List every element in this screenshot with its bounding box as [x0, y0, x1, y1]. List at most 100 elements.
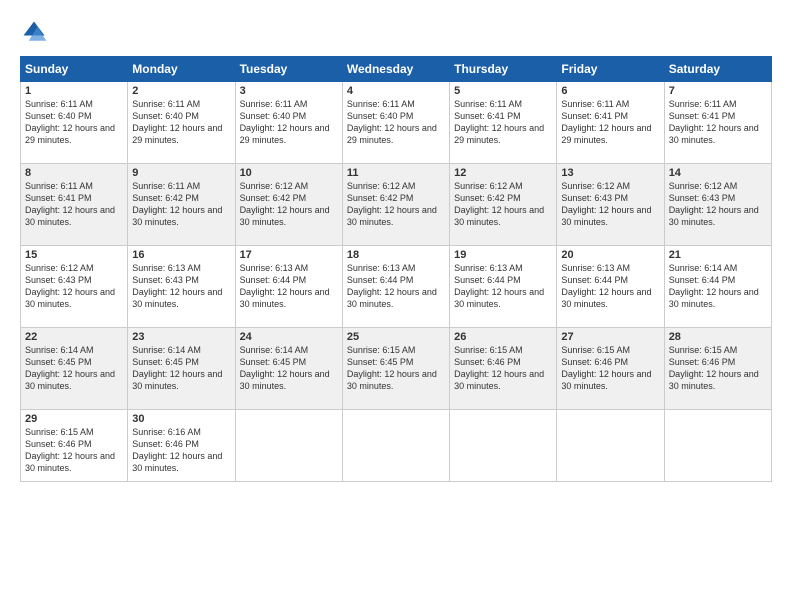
- day-number: 24: [240, 331, 338, 343]
- day-number: 9: [132, 167, 230, 179]
- day-cell: 29Sunrise: 6:15 AMSunset: 6:46 PMDayligh…: [21, 410, 128, 482]
- day-info: Sunrise: 6:15 AMSunset: 6:46 PMDaylight:…: [25, 426, 123, 475]
- col-header-monday: Monday: [128, 57, 235, 82]
- day-number: 23: [132, 331, 230, 343]
- day-cell: 3Sunrise: 6:11 AMSunset: 6:40 PMDaylight…: [235, 82, 342, 164]
- day-number: 22: [25, 331, 123, 343]
- day-cell: 24Sunrise: 6:14 AMSunset: 6:45 PMDayligh…: [235, 328, 342, 410]
- day-info: Sunrise: 6:11 AMSunset: 6:41 PMDaylight:…: [669, 98, 767, 147]
- day-number: 2: [132, 85, 230, 97]
- week-row-1: 1Sunrise: 6:11 AMSunset: 6:40 PMDaylight…: [21, 82, 772, 164]
- day-info: Sunrise: 6:14 AMSunset: 6:45 PMDaylight:…: [240, 344, 338, 393]
- col-header-saturday: Saturday: [664, 57, 771, 82]
- day-info: Sunrise: 6:12 AMSunset: 6:42 PMDaylight:…: [240, 180, 338, 229]
- day-number: 19: [454, 249, 552, 261]
- calendar-header-row: SundayMondayTuesdayWednesdayThursdayFrid…: [21, 57, 772, 82]
- col-header-sunday: Sunday: [21, 57, 128, 82]
- day-info: Sunrise: 6:11 AMSunset: 6:40 PMDaylight:…: [132, 98, 230, 147]
- day-cell: 1Sunrise: 6:11 AMSunset: 6:40 PMDaylight…: [21, 82, 128, 164]
- day-info: Sunrise: 6:14 AMSunset: 6:45 PMDaylight:…: [25, 344, 123, 393]
- day-info: Sunrise: 6:11 AMSunset: 6:41 PMDaylight:…: [454, 98, 552, 147]
- day-info: Sunrise: 6:16 AMSunset: 6:46 PMDaylight:…: [132, 426, 230, 475]
- week-row-3: 15Sunrise: 6:12 AMSunset: 6:43 PMDayligh…: [21, 246, 772, 328]
- day-cell: 30Sunrise: 6:16 AMSunset: 6:46 PMDayligh…: [128, 410, 235, 482]
- col-header-friday: Friday: [557, 57, 664, 82]
- day-info: Sunrise: 6:13 AMSunset: 6:44 PMDaylight:…: [240, 262, 338, 311]
- week-row-2: 8Sunrise: 6:11 AMSunset: 6:41 PMDaylight…: [21, 164, 772, 246]
- col-header-thursday: Thursday: [450, 57, 557, 82]
- day-number: 16: [132, 249, 230, 261]
- day-info: Sunrise: 6:15 AMSunset: 6:46 PMDaylight:…: [561, 344, 659, 393]
- day-number: 30: [132, 413, 230, 425]
- day-number: 7: [669, 85, 767, 97]
- day-info: Sunrise: 6:15 AMSunset: 6:45 PMDaylight:…: [347, 344, 445, 393]
- day-number: 26: [454, 331, 552, 343]
- day-number: 17: [240, 249, 338, 261]
- day-cell: 18Sunrise: 6:13 AMSunset: 6:44 PMDayligh…: [342, 246, 449, 328]
- day-info: Sunrise: 6:11 AMSunset: 6:40 PMDaylight:…: [240, 98, 338, 147]
- day-info: Sunrise: 6:12 AMSunset: 6:43 PMDaylight:…: [669, 180, 767, 229]
- day-cell: 12Sunrise: 6:12 AMSunset: 6:42 PMDayligh…: [450, 164, 557, 246]
- day-cell: 22Sunrise: 6:14 AMSunset: 6:45 PMDayligh…: [21, 328, 128, 410]
- day-number: 21: [669, 249, 767, 261]
- day-number: 29: [25, 413, 123, 425]
- day-number: 20: [561, 249, 659, 261]
- day-cell: 17Sunrise: 6:13 AMSunset: 6:44 PMDayligh…: [235, 246, 342, 328]
- day-number: 1: [25, 85, 123, 97]
- day-cell: [664, 410, 771, 482]
- day-cell: 10Sunrise: 6:12 AMSunset: 6:42 PMDayligh…: [235, 164, 342, 246]
- day-number: 11: [347, 167, 445, 179]
- day-info: Sunrise: 6:12 AMSunset: 6:43 PMDaylight:…: [25, 262, 123, 311]
- day-cell: 13Sunrise: 6:12 AMSunset: 6:43 PMDayligh…: [557, 164, 664, 246]
- day-cell: 23Sunrise: 6:14 AMSunset: 6:45 PMDayligh…: [128, 328, 235, 410]
- week-row-5: 29Sunrise: 6:15 AMSunset: 6:46 PMDayligh…: [21, 410, 772, 482]
- day-cell: 19Sunrise: 6:13 AMSunset: 6:44 PMDayligh…: [450, 246, 557, 328]
- day-number: 15: [25, 249, 123, 261]
- day-cell: 11Sunrise: 6:12 AMSunset: 6:42 PMDayligh…: [342, 164, 449, 246]
- day-cell: 16Sunrise: 6:13 AMSunset: 6:43 PMDayligh…: [128, 246, 235, 328]
- logo-icon: [20, 18, 48, 46]
- day-number: 6: [561, 85, 659, 97]
- day-cell: 8Sunrise: 6:11 AMSunset: 6:41 PMDaylight…: [21, 164, 128, 246]
- day-cell: 21Sunrise: 6:14 AMSunset: 6:44 PMDayligh…: [664, 246, 771, 328]
- day-info: Sunrise: 6:11 AMSunset: 6:41 PMDaylight:…: [25, 180, 123, 229]
- day-number: 4: [347, 85, 445, 97]
- day-info: Sunrise: 6:12 AMSunset: 6:43 PMDaylight:…: [561, 180, 659, 229]
- day-cell: 7Sunrise: 6:11 AMSunset: 6:41 PMDaylight…: [664, 82, 771, 164]
- col-header-wednesday: Wednesday: [342, 57, 449, 82]
- day-cell: [235, 410, 342, 482]
- day-info: Sunrise: 6:14 AMSunset: 6:44 PMDaylight:…: [669, 262, 767, 311]
- day-cell: 26Sunrise: 6:15 AMSunset: 6:46 PMDayligh…: [450, 328, 557, 410]
- day-cell: 4Sunrise: 6:11 AMSunset: 6:40 PMDaylight…: [342, 82, 449, 164]
- day-info: Sunrise: 6:13 AMSunset: 6:44 PMDaylight:…: [561, 262, 659, 311]
- day-number: 18: [347, 249, 445, 261]
- day-cell: 15Sunrise: 6:12 AMSunset: 6:43 PMDayligh…: [21, 246, 128, 328]
- day-info: Sunrise: 6:11 AMSunset: 6:40 PMDaylight:…: [25, 98, 123, 147]
- day-info: Sunrise: 6:13 AMSunset: 6:43 PMDaylight:…: [132, 262, 230, 311]
- day-info: Sunrise: 6:15 AMSunset: 6:46 PMDaylight:…: [454, 344, 552, 393]
- logo: [20, 18, 52, 46]
- day-number: 12: [454, 167, 552, 179]
- day-info: Sunrise: 6:12 AMSunset: 6:42 PMDaylight:…: [454, 180, 552, 229]
- day-cell: 25Sunrise: 6:15 AMSunset: 6:45 PMDayligh…: [342, 328, 449, 410]
- day-cell: 20Sunrise: 6:13 AMSunset: 6:44 PMDayligh…: [557, 246, 664, 328]
- page: SundayMondayTuesdayWednesdayThursdayFrid…: [0, 0, 792, 612]
- day-cell: 2Sunrise: 6:11 AMSunset: 6:40 PMDaylight…: [128, 82, 235, 164]
- day-info: Sunrise: 6:13 AMSunset: 6:44 PMDaylight:…: [454, 262, 552, 311]
- day-cell: 14Sunrise: 6:12 AMSunset: 6:43 PMDayligh…: [664, 164, 771, 246]
- week-row-4: 22Sunrise: 6:14 AMSunset: 6:45 PMDayligh…: [21, 328, 772, 410]
- day-number: 8: [25, 167, 123, 179]
- day-cell: [342, 410, 449, 482]
- calendar-table: SundayMondayTuesdayWednesdayThursdayFrid…: [20, 56, 772, 482]
- day-cell: 5Sunrise: 6:11 AMSunset: 6:41 PMDaylight…: [450, 82, 557, 164]
- day-info: Sunrise: 6:11 AMSunset: 6:42 PMDaylight:…: [132, 180, 230, 229]
- day-cell: [450, 410, 557, 482]
- day-cell: [557, 410, 664, 482]
- day-info: Sunrise: 6:15 AMSunset: 6:46 PMDaylight:…: [669, 344, 767, 393]
- header: [20, 18, 772, 46]
- day-cell: 9Sunrise: 6:11 AMSunset: 6:42 PMDaylight…: [128, 164, 235, 246]
- day-number: 14: [669, 167, 767, 179]
- col-header-tuesday: Tuesday: [235, 57, 342, 82]
- day-cell: 28Sunrise: 6:15 AMSunset: 6:46 PMDayligh…: [664, 328, 771, 410]
- day-cell: 6Sunrise: 6:11 AMSunset: 6:41 PMDaylight…: [557, 82, 664, 164]
